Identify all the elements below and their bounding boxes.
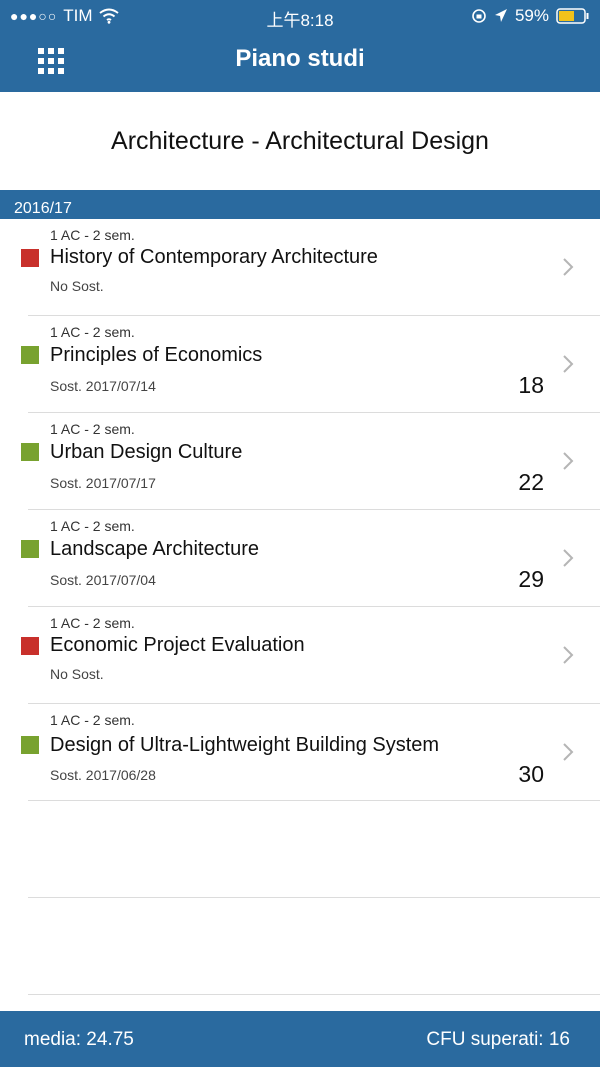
page-title: Piano studi	[235, 45, 365, 72]
status-right: 59%	[471, 6, 590, 26]
credits-passed: CFU superati: 16	[426, 1029, 570, 1050]
exam-row[interactable]: 1 AC - 2 sem. Design of Ultra-Lightweigh…	[0, 704, 600, 801]
exam-date: No Sost.	[50, 666, 104, 682]
exam-name: Landscape Architecture	[50, 538, 260, 560]
academic-year-header: 2016/17	[0, 190, 600, 219]
exam-semester: 1 AC - 2 sem.	[50, 712, 135, 728]
exam-date: Sost. 2017/07/14	[50, 378, 156, 394]
exam-name: Economic Project Evaluation	[50, 634, 305, 656]
exam-name: History of Contemporary Architecture	[50, 246, 378, 268]
exam-row[interactable]: 1 AC - 2 sem. Principles of Economics So…	[0, 316, 600, 413]
exam-semester: 1 AC - 2 sem.	[50, 615, 135, 631]
exam-semester: 1 AC - 2 sem.	[50, 227, 135, 243]
exam-status-indicator	[21, 736, 39, 754]
battery-percent: 59%	[514, 6, 549, 25]
average-grade: media: 24.75	[24, 1029, 134, 1050]
exam-date: No Sost.	[50, 278, 104, 294]
exam-status-indicator	[21, 443, 39, 461]
chevron-right-icon	[563, 452, 574, 470]
exam-status-indicator	[21, 637, 39, 655]
exam-semester: 1 AC - 2 sem.	[50, 421, 135, 437]
academic-year-label: 2016/17	[14, 200, 72, 217]
exam-name: Design of Ultra-Lightweight Building Sys…	[50, 734, 440, 756]
exam-status-indicator	[21, 249, 39, 267]
exam-date: Sost. 2017/07/04	[50, 572, 156, 588]
exam-grade: 29	[518, 566, 544, 592]
exam-row[interactable]: 1 AC - 2 sem. Economic Project Evaluatio…	[0, 607, 600, 704]
exam-status-indicator	[21, 540, 39, 558]
exam-semester: 1 AC - 2 sem.	[50, 518, 135, 534]
empty-row	[0, 898, 600, 995]
exam-name: Principles of Economics	[50, 344, 263, 366]
empty-row	[0, 801, 600, 898]
location-arrow-icon	[494, 9, 507, 22]
exam-row[interactable]: 1 AC - 2 sem. History of Contemporary Ar…	[0, 219, 600, 316]
exam-name: Urban Design Culture	[50, 441, 243, 463]
chevron-right-icon	[563, 743, 574, 761]
top-bar: ●●●○○ TIM 上午8:18 59% Piano studi	[0, 0, 600, 92]
exam-status-indicator	[21, 346, 39, 364]
exam-list: 1 AC - 2 sem. History of Contemporary Ar…	[0, 219, 600, 995]
status-bar: ●●●○○ TIM 上午8:18 59%	[0, 0, 600, 32]
navigation-bar: Piano studi	[0, 32, 600, 92]
exam-grade: 30	[518, 761, 544, 787]
exam-semester: 1 AC - 2 sem.	[50, 324, 135, 340]
exam-row[interactable]: 1 AC - 2 sem. Urban Design Culture Sost.…	[0, 413, 600, 510]
orientation-lock-icon	[472, 9, 486, 23]
exam-grade: 22	[518, 469, 544, 495]
chevron-right-icon	[563, 258, 574, 276]
exam-date: Sost. 2017/07/17	[50, 475, 156, 491]
course-name: Architecture - Architectural Design	[111, 127, 489, 155]
battery-icon	[556, 8, 589, 24]
chevron-right-icon	[563, 549, 574, 567]
chevron-right-icon	[563, 355, 574, 373]
summary-footer: media: 24.75 CFU superati: 16	[0, 1011, 600, 1067]
exam-grade: 18	[518, 372, 544, 398]
exam-row[interactable]: 1 AC - 2 sem. Landscape Architecture Sos…	[0, 510, 600, 607]
chevron-right-icon	[563, 646, 574, 664]
exam-date: Sost. 2017/06/28	[50, 767, 156, 783]
